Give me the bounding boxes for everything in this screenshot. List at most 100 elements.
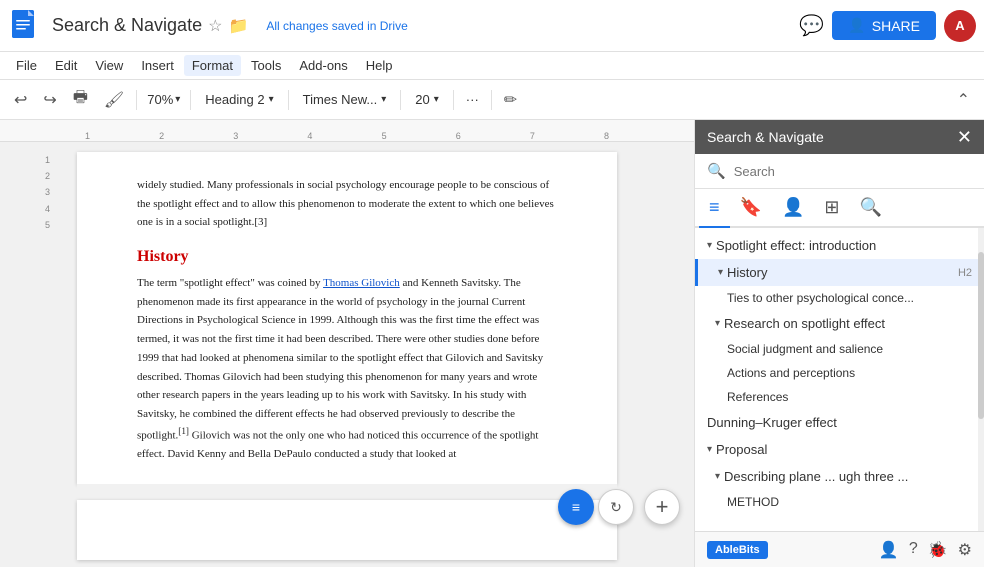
nav-item-references[interactable]: References	[695, 385, 984, 409]
nav-item-research[interactable]: ▾ Research on spotlight effect	[695, 310, 984, 337]
doc-title[interactable]: Search & Navigate	[52, 15, 202, 36]
menu-insert[interactable]: Insert	[133, 55, 182, 76]
side-panel-header: Search & Navigate ✕	[695, 120, 984, 154]
scrollbar-track	[978, 228, 984, 531]
collapse-arrow-history: ▾	[718, 267, 723, 278]
person-icon-ab[interactable]: 👤	[879, 540, 899, 560]
font-select[interactable]: Times New... ▾	[295, 90, 395, 109]
side-panel: Search & Navigate ✕ 🔍 ≡ 🔖 👤 ⊞ 🔍 ▾ Spotli…	[694, 120, 984, 567]
nav-item-describing[interactable]: ▾ Describing plane ... ugh three ...	[695, 463, 984, 490]
document-area: 12345678 12345 widely studied. Many prof…	[0, 120, 694, 567]
redo-button[interactable]: ↪	[37, 86, 62, 114]
settings-icon[interactable]: ⚙	[958, 540, 972, 560]
nav-item-actions[interactable]: Actions and perceptions	[695, 361, 984, 385]
nav-label-research: Research on spotlight effect	[724, 316, 885, 331]
menu-edit[interactable]: Edit	[47, 55, 85, 76]
style-value: Heading 2	[205, 92, 264, 107]
add-fab[interactable]: +	[644, 489, 680, 525]
person-icon: 👤	[848, 17, 865, 34]
collapse-toolbar-button[interactable]: ⌃	[951, 86, 976, 114]
menu-view[interactable]: View	[87, 55, 131, 76]
side-nav-content: ▾ Spotlight effect: introduction ▾ Histo…	[695, 228, 984, 531]
nav-label-social: Social judgment and salience	[727, 342, 883, 356]
paint-format-button[interactable]: 🖌	[98, 86, 130, 114]
menu-help[interactable]: Help	[358, 55, 401, 76]
zoom-select[interactable]: 70% ▾	[143, 90, 184, 109]
page-2	[77, 500, 617, 560]
tab-outline[interactable]: ≡	[699, 189, 730, 228]
history-heading: History	[137, 248, 557, 266]
search-icon: 🔍	[707, 162, 726, 180]
menu-bar: File Edit View Insert Format Tools Add-o…	[0, 52, 984, 80]
star-icon[interactable]: ☆	[208, 16, 222, 36]
collapse-arrow-intro: ▾	[707, 240, 712, 251]
nav-item-spotlight-intro[interactable]: ▾ Spotlight effect: introduction	[695, 232, 984, 259]
ablebits-logo[interactable]: AbleBits	[707, 541, 768, 559]
menu-format[interactable]: Format	[184, 55, 241, 76]
tab-search[interactable]: 🔍	[849, 189, 891, 226]
nav-item-ties[interactable]: Ties to other psychological conce...	[695, 286, 984, 310]
nav-label-spotlight-intro: Spotlight effect: introduction	[716, 238, 876, 253]
nav-label-method: METHOD	[727, 495, 779, 509]
nav-item-social[interactable]: Social judgment and salience	[695, 337, 984, 361]
ruler: 12345678	[0, 120, 694, 142]
style-select[interactable]: Heading 2 ▾	[197, 90, 281, 109]
nav-label-describing: Describing plane ... ugh three ...	[724, 469, 908, 484]
bug-icon[interactable]: 🐞	[928, 540, 948, 560]
nav-label-proposal: Proposal	[716, 442, 767, 457]
left-margin: 12345	[45, 152, 50, 233]
comment-button[interactable]: 💬	[799, 13, 824, 38]
scrollbar-thumb[interactable]	[978, 252, 984, 419]
nav-item-method[interactable]: METHOD	[695, 490, 984, 514]
nav-item-history[interactable]: ▾ History H2	[695, 259, 984, 286]
side-panel-title: Search & Navigate	[707, 129, 824, 145]
tab-table[interactable]: ⊞	[814, 189, 849, 226]
zoom-arrow: ▾	[175, 94, 180, 105]
side-tabs: ≡ 🔖 👤 ⊞ 🔍	[695, 189, 984, 228]
side-search-bar: 🔍	[695, 154, 984, 189]
close-panel-button[interactable]: ✕	[957, 128, 972, 146]
size-arrow: ▾	[434, 94, 439, 105]
avatar: A	[944, 10, 976, 42]
toolbar: ↩ ↪ 🖶 🖌 70% ▾ Heading 2 ▾ Times New... ▾…	[0, 80, 984, 120]
nav-label-ties: Ties to other psychological conce...	[727, 291, 914, 305]
font-value: Times New...	[303, 92, 378, 107]
body-paragraph: The term "spotlight effect" was coined b…	[137, 274, 557, 464]
nav-label-references: References	[727, 390, 788, 404]
collapse-arrow-describing: ▾	[715, 471, 720, 482]
top-right: 💬 👤 SHARE A	[799, 10, 976, 42]
tab-people[interactable]: 👤	[772, 189, 814, 226]
ablebits-icons: 👤 ? 🐞 ⚙	[879, 540, 972, 560]
cloud-save-text: All changes saved in Drive	[266, 19, 407, 33]
refresh-float-button[interactable]: ↻	[598, 489, 634, 525]
search-input[interactable]	[734, 164, 972, 179]
share-button[interactable]: 👤 SHARE	[832, 11, 936, 40]
font-arrow: ▾	[381, 94, 386, 105]
menu-file[interactable]: File	[8, 55, 45, 76]
ablebits-bar: AbleBits 👤 ? 🐞 ⚙	[695, 531, 984, 567]
menu-addons[interactable]: Add-ons	[291, 55, 355, 76]
help-icon[interactable]: ?	[909, 540, 918, 560]
menu-tools[interactable]: Tools	[243, 55, 289, 76]
history-badge: H2	[958, 267, 972, 279]
zoom-value: 70%	[147, 92, 173, 107]
page-break	[77, 484, 617, 500]
pencil-button[interactable]: ✏	[498, 86, 523, 114]
folder-icon[interactable]: 📁	[228, 16, 248, 36]
nav-label-dunning: Dunning–Kruger effect	[707, 415, 837, 430]
style-arrow: ▾	[269, 94, 274, 105]
title-area: Search & Navigate ☆ 📁 All changes saved …	[52, 15, 799, 36]
print-button[interactable]: 🖶	[67, 82, 94, 117]
size-value: 20	[415, 92, 429, 107]
undo-button[interactable]: ↩	[8, 86, 33, 114]
collapse-arrow-proposal: ▾	[707, 444, 712, 455]
nav-label-history: History	[727, 265, 767, 280]
size-select[interactable]: 20 ▾	[407, 90, 447, 109]
nav-label-actions: Actions and perceptions	[727, 366, 855, 380]
nav-item-dunning[interactable]: Dunning–Kruger effect	[695, 409, 984, 436]
more-button[interactable]: ···	[460, 88, 485, 111]
nav-item-proposal[interactable]: ▾ Proposal	[695, 436, 984, 463]
list-float-button[interactable]: ≡	[558, 489, 594, 525]
tab-bookmarks[interactable]: 🔖	[730, 189, 772, 226]
page-1: widely studied. Many professionals in so…	[77, 152, 617, 484]
